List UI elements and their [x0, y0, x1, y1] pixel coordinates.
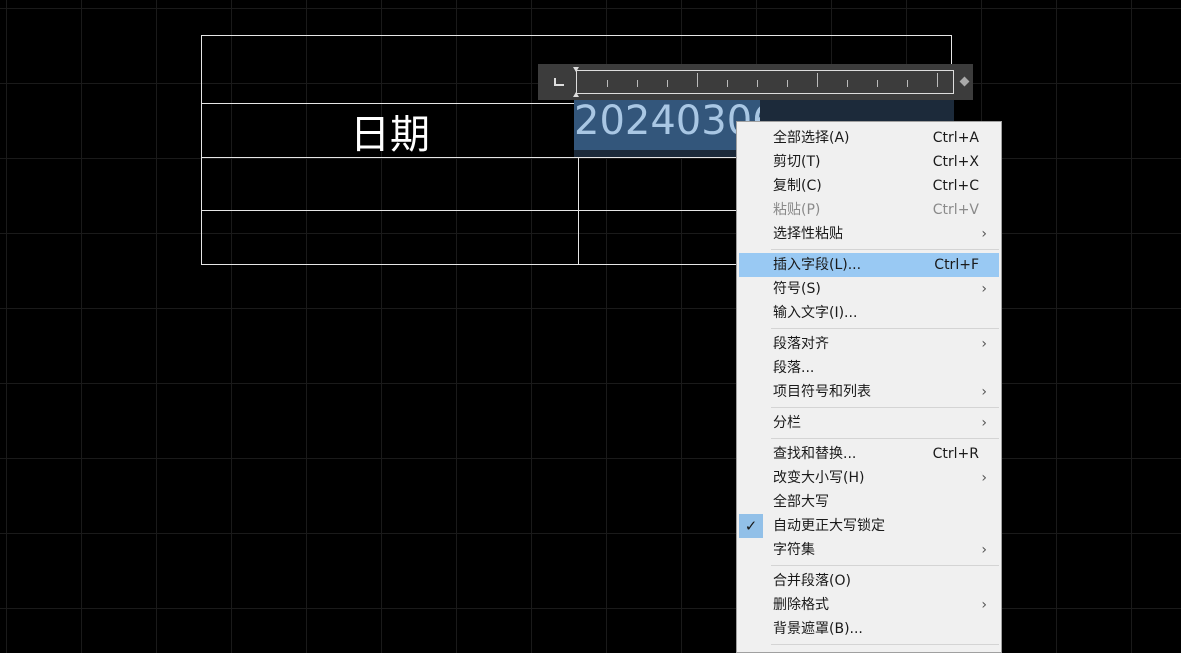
menu-separator	[771, 565, 999, 566]
ruler-tick	[697, 73, 698, 87]
ruler-tick	[607, 80, 608, 87]
ruler-tick	[637, 80, 638, 87]
ruler-tick	[817, 73, 818, 87]
menu-item: 粘贴(P) Ctrl+V	[739, 198, 999, 222]
ruler-tick	[667, 80, 668, 87]
table-cell-date-label[interactable]: 日期	[202, 104, 578, 158]
menu-item-label: 查找和替换...	[773, 446, 857, 462]
menu-separator	[771, 438, 999, 439]
menu-item-shortcut: Ctrl+V	[932, 202, 979, 218]
menu-item[interactable]: 项目符号和列表 ›	[739, 380, 999, 404]
menu-item-shortcut: Ctrl+X	[932, 154, 979, 170]
ruler-tick	[757, 80, 758, 87]
menu-item-label: 分栏	[773, 415, 801, 431]
menu-item-label: 全部大写	[773, 494, 829, 510]
menu-item[interactable]: 合并段落(O)	[739, 569, 999, 593]
menu-item[interactable]: 复制(C) Ctrl+C	[739, 174, 999, 198]
menu-separator	[771, 249, 999, 250]
menu-item-label: 粘贴(P)	[773, 202, 821, 218]
menu-item[interactable]: 插入字段(L)... Ctrl+F	[739, 253, 999, 277]
selected-text[interactable]: 20240306	[574, 100, 760, 150]
menu-item-label: 选择性粘贴	[773, 226, 843, 242]
menu-item[interactable]: ✓ 自动更正大写锁定	[739, 514, 999, 538]
submenu-arrow-icon: ›	[981, 415, 987, 431]
menu-item-label: 背景遮罩(B)...	[773, 621, 863, 637]
menu-item[interactable]: 符号(S) ›	[739, 277, 999, 301]
menu-item[interactable]: 选择性粘贴 ›	[739, 222, 999, 246]
menu-item-shortcut: Ctrl+R	[932, 446, 979, 462]
drawing-canvas[interactable]: 日期 20240306 全部选择(A) Ctrl+A 剪切(T) Ctrl+X 复制(C…	[0, 0, 1181, 653]
menu-separator	[771, 407, 999, 408]
menu-item-label: 删除格式	[773, 597, 829, 613]
menu-item-label: 剪切(T)	[773, 154, 821, 170]
menu-item-label: 改变大小写(H)	[773, 470, 865, 486]
submenu-arrow-icon: ›	[981, 226, 987, 242]
menu-separator	[771, 328, 999, 329]
menu-item[interactable]: 查找和替换... Ctrl+R	[739, 442, 999, 466]
menu-item-shortcut: Ctrl+F	[934, 257, 979, 273]
menu-item-label: 合并段落(O)	[773, 573, 851, 589]
menu-item-shortcut: Ctrl+A	[932, 130, 979, 146]
mtext-ruler[interactable]	[538, 64, 973, 100]
tab-type-icon[interactable]	[554, 78, 564, 86]
checkmark-icon: ✓	[739, 514, 763, 538]
submenu-arrow-icon: ›	[981, 281, 987, 297]
ruler-tick	[907, 80, 908, 87]
ruler-track[interactable]	[576, 70, 954, 94]
ruler-tick	[847, 80, 848, 87]
menu-item[interactable]: 删除格式 ›	[739, 593, 999, 617]
ruler-tick	[787, 80, 788, 87]
context-menu: 全部选择(A) Ctrl+A 剪切(T) Ctrl+X 复制(C) Ctrl+C 粘贴(P)…	[736, 121, 1002, 653]
menu-item[interactable]: 段落对齐 ›	[739, 332, 999, 356]
ruler-tick	[727, 80, 728, 87]
menu-item[interactable]: 剪切(T) Ctrl+X	[739, 150, 999, 174]
menu-item-label: 字符集	[773, 542, 815, 558]
submenu-arrow-icon: ›	[981, 597, 987, 613]
menu-item[interactable]: 输入文字(I)...	[739, 301, 999, 325]
menu-item-label: 段落...	[773, 360, 815, 376]
menu-item[interactable]: 全部选择(A) Ctrl+A	[739, 126, 999, 150]
paragraph-indent-marker[interactable]	[573, 92, 579, 97]
menu-item-shortcut: Ctrl+C	[932, 178, 979, 194]
menu-item[interactable]: 段落...	[739, 356, 999, 380]
width-handle-icon[interactable]	[959, 76, 970, 87]
menu-item[interactable]: 字符集 ›	[739, 538, 999, 562]
menu-item-label: 符号(S)	[773, 281, 821, 297]
menu-item-label: 全部选择(A)	[773, 130, 850, 146]
ruler-tick	[937, 73, 938, 87]
submenu-arrow-icon: ›	[981, 336, 987, 352]
menu-item-label: 项目符号和列表	[773, 384, 871, 400]
menu-item-label: 复制(C)	[773, 178, 822, 194]
menu-item[interactable]: 背景遮罩(B)...	[739, 617, 999, 641]
submenu-arrow-icon: ›	[981, 542, 987, 558]
menu-item-label: 段落对齐	[773, 336, 829, 352]
submenu-arrow-icon: ›	[981, 384, 987, 400]
menu-separator	[771, 644, 999, 645]
menu-item[interactable]: 改变大小写(H) ›	[739, 466, 999, 490]
menu-item-label: 输入文字(I)...	[773, 305, 858, 321]
menu-item[interactable]: 分栏 ›	[739, 411, 999, 435]
menu-item-label: 自动更正大写锁定	[773, 518, 885, 534]
menu-item-label: 插入字段(L)...	[773, 257, 862, 273]
menu-item[interactable]: 全部大写	[739, 490, 999, 514]
first-line-indent-marker[interactable]	[573, 67, 579, 72]
submenu-arrow-icon: ›	[981, 470, 987, 486]
ruler-tick	[877, 80, 878, 87]
